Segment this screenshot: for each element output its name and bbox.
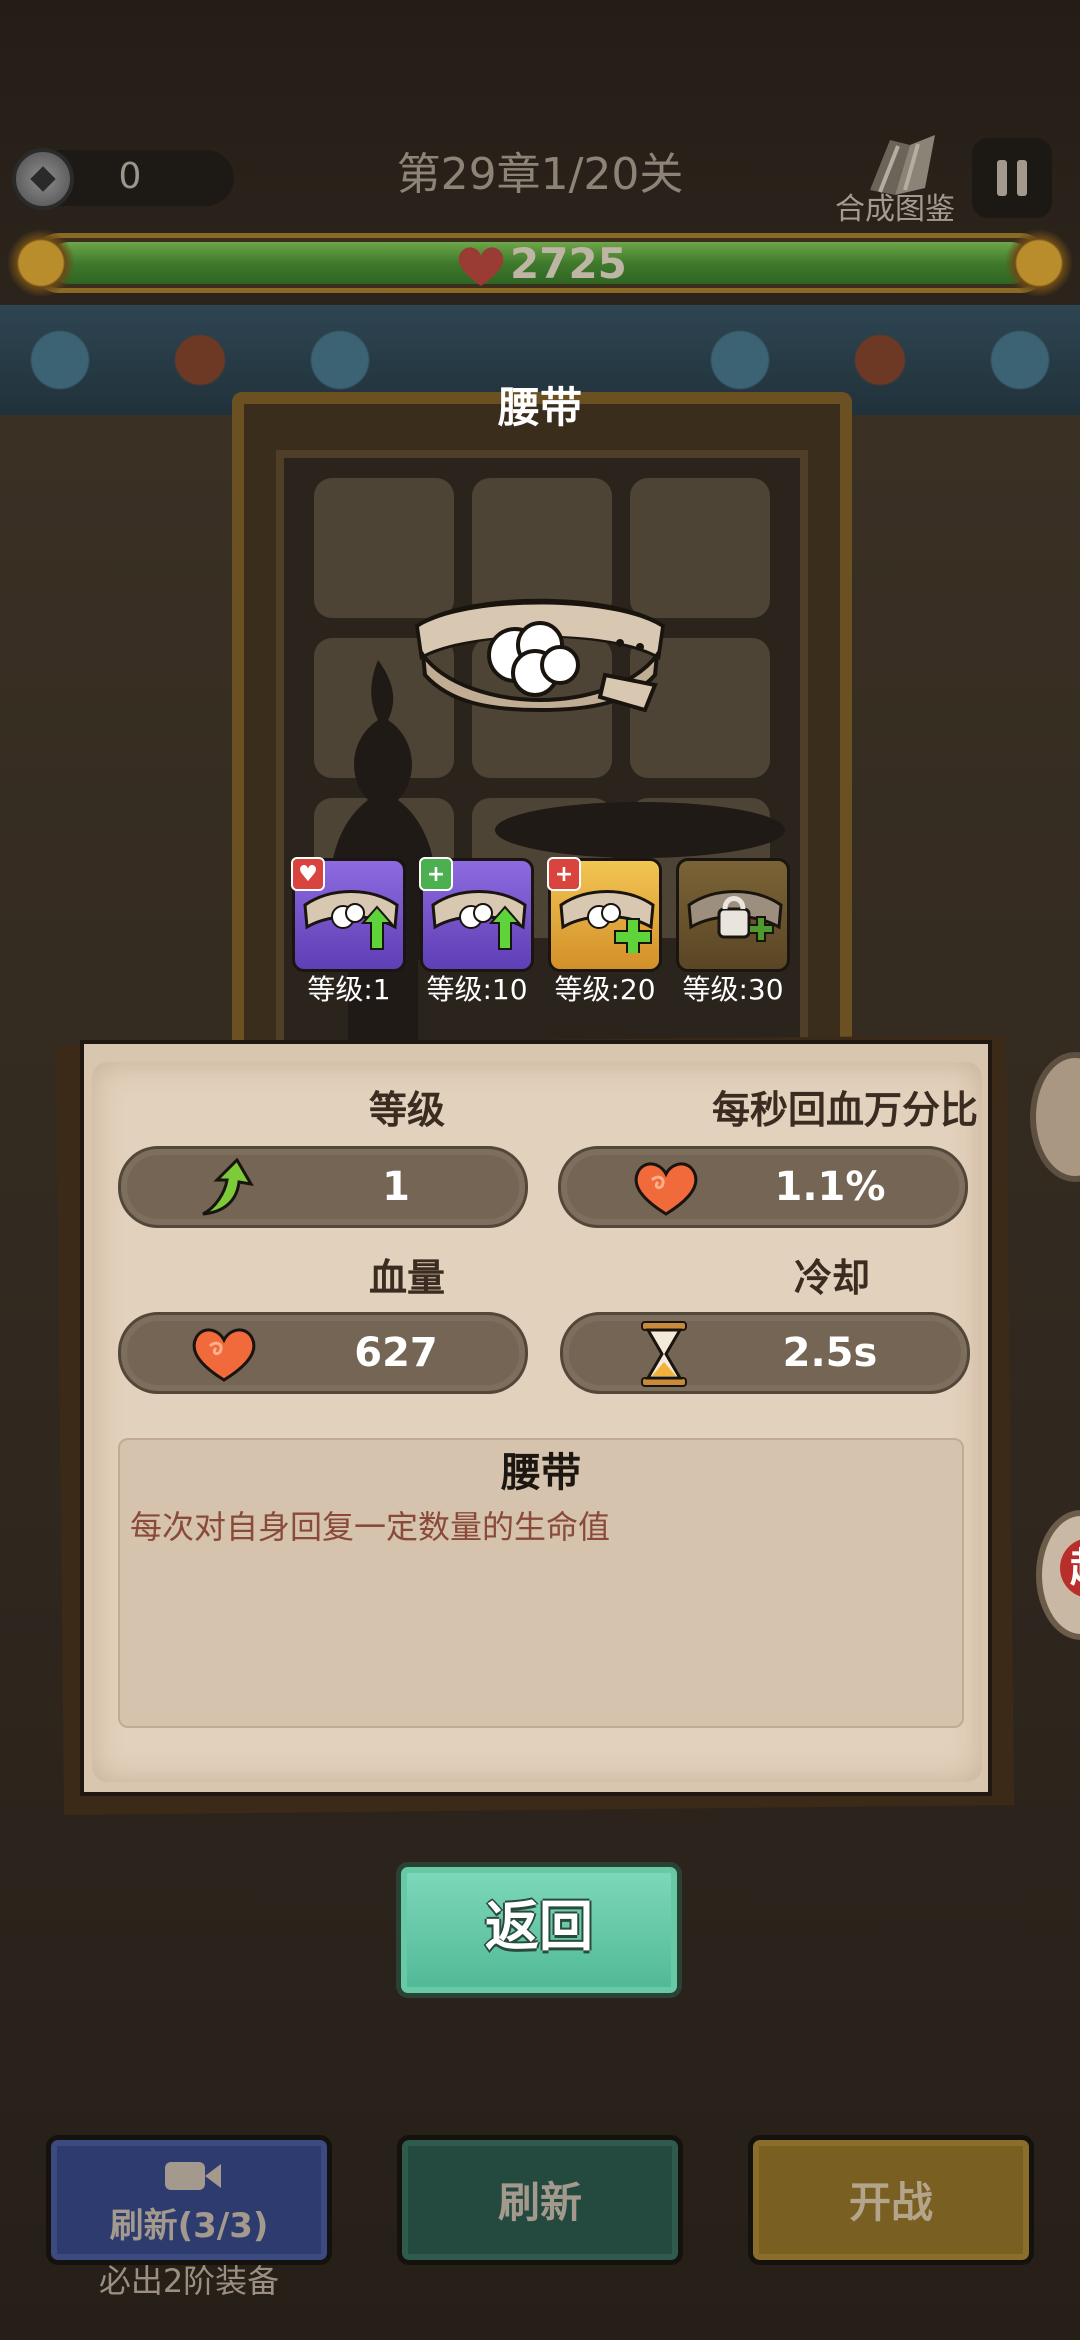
hourglass-icon <box>636 1320 692 1392</box>
regen-stat-label: 每秒回血万分比 <box>711 1088 978 1132</box>
level-card-1[interactable]: ♥ <box>291 857 406 972</box>
hp-bar-ornament-right <box>1004 225 1074 301</box>
hp-stat-value: 627 <box>354 1330 438 1376</box>
level-stat-label: 等级 <box>368 1088 445 1132</box>
refresh-ad-caption: 必出2阶装备 <box>98 2262 280 2300</box>
coin-icon <box>12 148 74 210</box>
codex-book-icon[interactable] <box>850 120 950 200</box>
level-stat-value: 1 <box>382 1164 410 1210</box>
equipment-title: 腰带 <box>497 383 582 432</box>
level-up-arrow-icon <box>195 1157 255 1222</box>
hp-stat-label: 血量 <box>368 1256 445 1300</box>
hp-bar-ornament-left <box>6 225 76 301</box>
level-card-20[interactable]: + <box>547 857 662 972</box>
heart-icon <box>456 244 506 288</box>
video-camera-icon <box>163 2156 223 2200</box>
refresh-label: 刷新 <box>497 2178 582 2227</box>
refresh-button[interactable]: 刷新 <box>397 2135 683 2265</box>
level-label: 等级:20 <box>554 973 656 1006</box>
chapter-title: 第29章1/20关 <box>396 149 684 200</box>
pause-icon <box>997 160 1007 196</box>
hp-value: 2725 <box>510 239 627 288</box>
pause-button[interactable] <box>972 138 1052 218</box>
belt-icon <box>405 585 675 715</box>
level-label: 等级:30 <box>682 973 784 1006</box>
level-label: 等级:10 <box>426 973 528 1006</box>
refresh-ad-button[interactable]: 刷新(3/3) <box>46 2135 332 2265</box>
description-title: 腰带 <box>501 1450 581 1496</box>
cooldown-stat-label: 冷却 <box>793 1256 870 1300</box>
heart-swirl-icon <box>632 1160 700 1220</box>
codex-label[interactable]: 合成图鉴 <box>820 190 970 230</box>
level-card-30[interactable] <box>676 858 790 972</box>
description-text: 每次对自身回复一定数量的生命值 <box>130 1508 611 1546</box>
heart-swirl-icon <box>190 1326 258 1386</box>
refresh-ad-label: 刷新(3/3) <box>109 2206 269 2246</box>
level-label: 等级:1 <box>307 973 391 1006</box>
cooldown-stat-value: 2.5s <box>782 1330 878 1376</box>
coin-count: 0 <box>118 156 142 197</box>
side-event-glyph: 起 <box>1060 1538 1080 1598</box>
battle-button[interactable]: 开战 <box>748 2135 1034 2265</box>
back-button-label[interactable]: 返回 <box>396 1862 682 1992</box>
battle-label: 开战 <box>848 2178 933 2227</box>
level-card-10[interactable]: + <box>419 857 534 972</box>
regen-stat-value: 1.1% <box>774 1164 886 1210</box>
